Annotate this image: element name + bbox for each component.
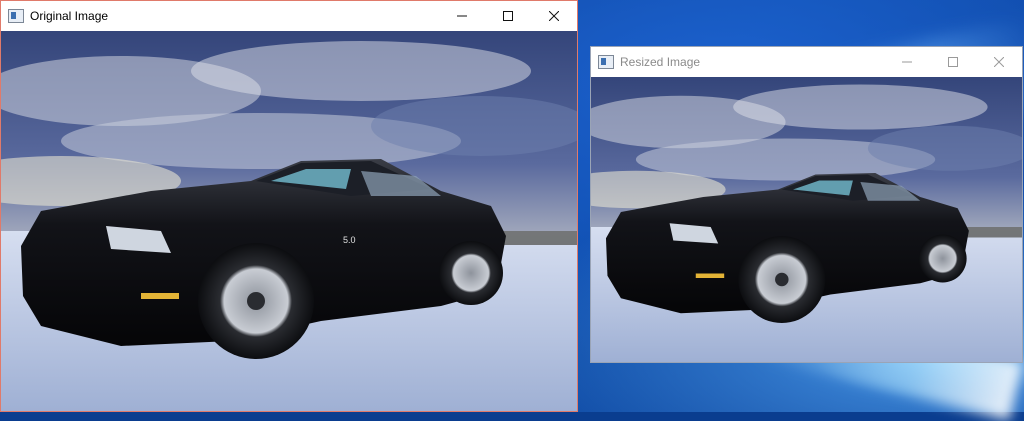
close-icon xyxy=(994,57,1004,67)
minimize-icon xyxy=(902,61,912,63)
maximize-icon xyxy=(948,57,958,67)
maximize-button[interactable] xyxy=(485,1,531,31)
minimize-button[interactable] xyxy=(884,47,930,77)
title-bar[interactable]: Resized Image xyxy=(591,47,1022,77)
close-button[interactable] xyxy=(531,1,577,31)
image-canvas xyxy=(591,77,1022,362)
close-button[interactable] xyxy=(976,47,1022,77)
maximize-button[interactable] xyxy=(930,47,976,77)
window-title: Original Image xyxy=(30,9,109,23)
window-controls xyxy=(439,1,577,31)
title-bar[interactable]: Original Image xyxy=(1,1,577,31)
original-image-window[interactable]: Original Image 5.0 xyxy=(0,0,578,412)
window-app-icon[interactable] xyxy=(8,9,24,23)
window-controls xyxy=(884,47,1022,77)
window-title: Resized Image xyxy=(620,55,701,69)
close-icon xyxy=(549,11,559,21)
maximize-icon xyxy=(503,11,513,21)
minimize-button[interactable] xyxy=(439,1,485,31)
resized-image-window[interactable]: Resized Image xyxy=(590,46,1023,363)
car-photo: 5.0 xyxy=(1,31,577,411)
badge-text: 5.0 xyxy=(343,235,356,245)
car-photo xyxy=(591,77,1022,362)
minimize-icon xyxy=(457,15,467,17)
window-app-icon[interactable] xyxy=(598,55,614,69)
image-canvas: 5.0 xyxy=(1,31,577,411)
